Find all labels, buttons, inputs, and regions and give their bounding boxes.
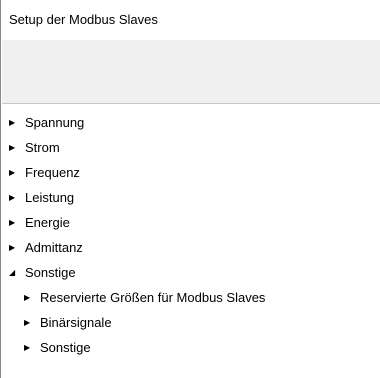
tree-item-label: Admittanz xyxy=(25,240,83,255)
tree-item-label: Leistung xyxy=(25,190,75,205)
collapsed-arrow-icon[interactable]: ▶ xyxy=(24,338,34,358)
tree-subitem-label: Reservierte Größen für Modbus Slaves xyxy=(40,290,266,305)
collapsed-arrow-icon[interactable]: ▶ xyxy=(9,213,19,233)
collapsed-arrow-icon[interactable]: ▶ xyxy=(9,113,19,133)
collapsed-arrow-icon[interactable]: ▶ xyxy=(9,163,19,183)
tree-subitem-label: Binärsignale xyxy=(40,315,112,330)
expanded-arrow-icon[interactable]: ◢ xyxy=(9,263,19,283)
tree-item-admittanz[interactable]: ▶ Admittanz xyxy=(9,238,83,258)
tree-view: ▶ Spannung ▶ Strom ▶ Frequenz ▶ Leistung… xyxy=(2,104,380,378)
tree-item-leistung[interactable]: ▶ Leistung xyxy=(9,188,74,208)
tree-item-sonstige[interactable]: ◢ Sonstige xyxy=(9,263,76,283)
tree-item-strom[interactable]: ▶ Strom xyxy=(9,138,60,158)
collapsed-arrow-icon[interactable]: ▶ xyxy=(9,138,19,158)
tree-item-energie[interactable]: ▶ Energie xyxy=(9,213,70,233)
tree-subitem-reservierte-groessen[interactable]: ▶ Reservierte Größen für Modbus Slaves xyxy=(24,288,265,308)
tree-item-spannung[interactable]: ▶ Spannung xyxy=(9,113,84,133)
tree-item-label: Frequenz xyxy=(25,165,80,180)
modbus-setup-window: Setup der Modbus Slaves ▶ Spannung ▶ Str… xyxy=(0,0,380,378)
toolbar-area xyxy=(2,40,380,104)
tree-subitem-label: Sonstige xyxy=(40,340,91,355)
title-bar: Setup der Modbus Slaves xyxy=(2,0,380,40)
tree-item-label: Strom xyxy=(25,140,60,155)
tree-item-label: Spannung xyxy=(25,115,85,130)
tree-subitem-binaersignale[interactable]: ▶ Binärsignale xyxy=(24,313,112,333)
collapsed-arrow-icon[interactable]: ▶ xyxy=(9,238,19,258)
collapsed-arrow-icon[interactable]: ▶ xyxy=(9,188,19,208)
tree-subitem-sonstige[interactable]: ▶ Sonstige xyxy=(24,338,91,358)
window-title: Setup der Modbus Slaves xyxy=(9,12,158,27)
tree-item-label: Energie xyxy=(25,215,70,230)
tree-item-label: Sonstige xyxy=(25,265,76,280)
tree-item-frequenz[interactable]: ▶ Frequenz xyxy=(9,163,80,183)
collapsed-arrow-icon[interactable]: ▶ xyxy=(24,288,34,308)
collapsed-arrow-icon[interactable]: ▶ xyxy=(24,313,34,333)
